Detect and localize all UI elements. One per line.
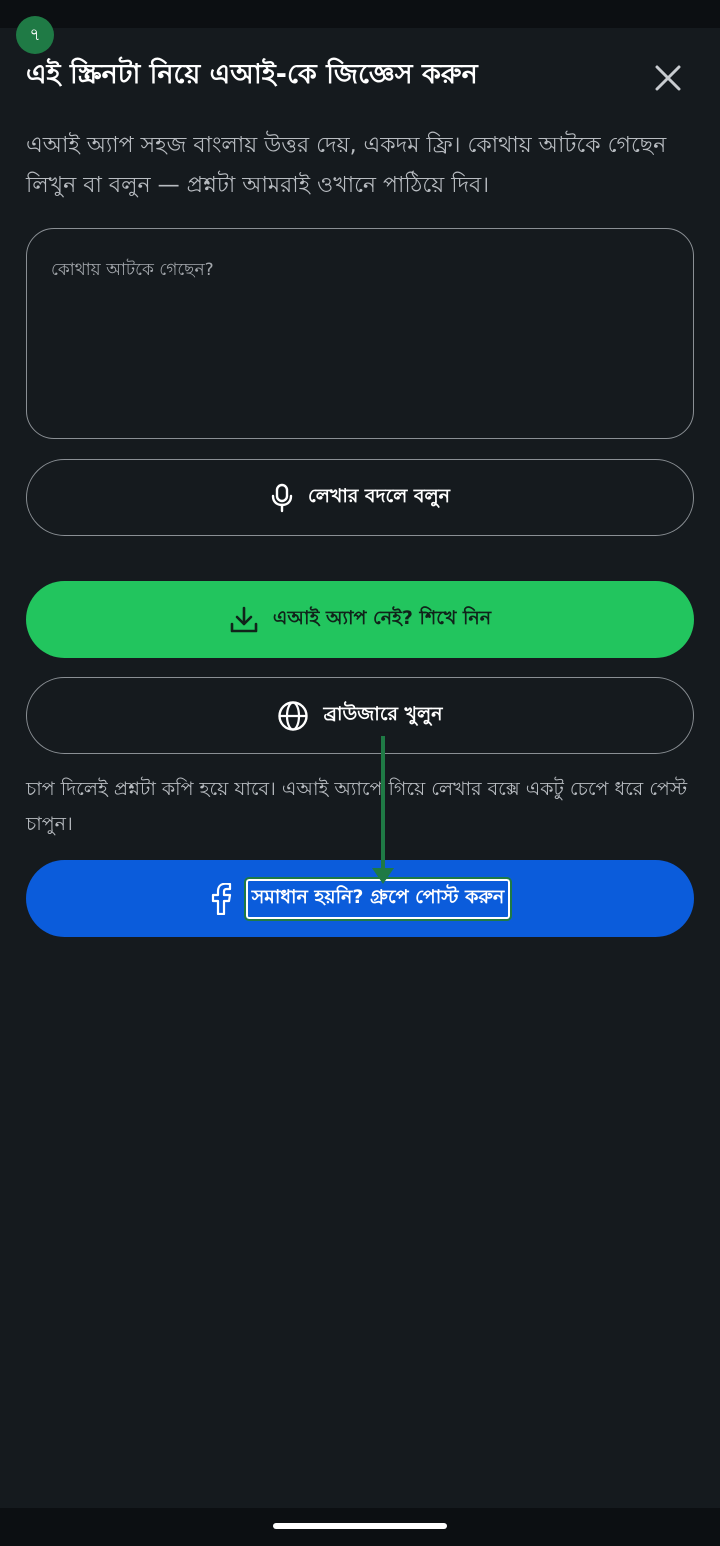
question-input[interactable] (51, 257, 669, 417)
learn-app-button[interactable]: এআই অ্যাপ নেই? শিখে নিন (26, 581, 694, 658)
voice-input-label: লেখার বদলে বলুন (308, 484, 450, 507)
close-button[interactable] (648, 58, 688, 98)
post-group-button[interactable]: সমাধান হয়নি? গ্রুপে পোস্ট করুন (26, 860, 694, 937)
learn-app-label: এআই অ্যাপ নেই? শিখে নিন (272, 606, 492, 629)
facebook-icon (210, 882, 232, 915)
globe-icon (277, 700, 309, 732)
microphone-icon (270, 483, 294, 513)
download-icon (229, 605, 259, 635)
voice-input-button[interactable]: লেখার বদলে বলুন (26, 459, 694, 536)
dialog-description: এআই অ্যাপ সহজ বাংলায় উত্তর দেয়, একদম ফ… (26, 133, 667, 198)
paste-hint: চাপ দিলেই প্রশ্নটা কপি হয়ে যাবে। এআই অ্… (26, 778, 688, 835)
open-browser-button[interactable]: ব্রাউজারে খুলুন (26, 677, 694, 754)
dialog-title: এই স্ক্রিনটা নিয়ে এআই-কে জিজ্ঞেস করুন (26, 59, 478, 90)
status-bar (0, 0, 720, 28)
open-browser-label: ব্রাউজারে খুলুন (323, 702, 443, 725)
question-input-box (26, 228, 694, 439)
screen: ৭ এই স্ক্রিনটা নিয়ে এআই-কে জিজ্ঞেস করুন… (0, 0, 720, 1546)
home-indicator[interactable] (273, 1523, 447, 1529)
post-group-label: সমাধান হয়নি? গ্রুপে পোস্ট করুন (243, 876, 513, 921)
step-badge: ৭ (16, 16, 54, 54)
close-icon (655, 65, 681, 91)
